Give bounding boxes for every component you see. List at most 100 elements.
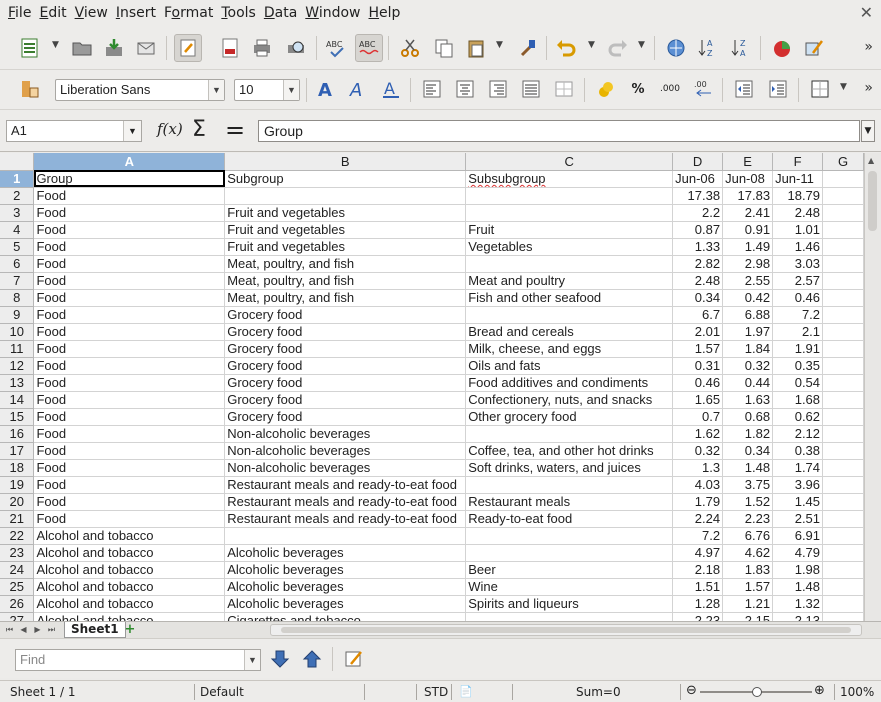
cell[interactable] [822, 493, 864, 511]
cell[interactable] [822, 255, 864, 273]
cell[interactable]: 2.82 [672, 255, 724, 273]
insert-chart-icon[interactable] [768, 34, 796, 62]
cell[interactable] [465, 425, 674, 443]
cell[interactable]: 6.76 [722, 527, 774, 545]
cell[interactable] [822, 442, 864, 460]
cell[interactable]: Food [33, 510, 226, 528]
cell[interactable]: Meat, poultry, and fish [224, 289, 467, 307]
row-header[interactable]: 12 [0, 357, 35, 375]
cell[interactable]: 2.15 [722, 612, 774, 621]
cell[interactable]: 1.63 [722, 391, 774, 409]
horizontal-scroll-thumb[interactable] [281, 627, 851, 633]
cell[interactable]: Food [33, 204, 226, 222]
row-header[interactable]: 20 [0, 493, 35, 511]
cell[interactable]: Non-alcoholic beverages [224, 425, 467, 443]
cell[interactable]: 2.13 [772, 612, 824, 621]
cell[interactable] [822, 289, 864, 307]
cell[interactable] [822, 238, 864, 256]
row-header[interactable]: 16 [0, 425, 35, 443]
cell[interactable]: Grocery food [224, 391, 467, 409]
first-sheet-icon[interactable]: ⏮ [4, 623, 15, 636]
row-header[interactable]: 17 [0, 442, 35, 460]
show-draw-functions-icon[interactable] [800, 34, 828, 62]
zoom-slider[interactable] [700, 687, 812, 697]
cell[interactable]: Food [33, 306, 226, 324]
zoom-in-icon[interactable]: ⊕ [814, 683, 825, 698]
cell[interactable]: Food [33, 221, 226, 239]
cell[interactable]: Alcoholic beverages [224, 578, 467, 596]
cut-icon[interactable] [396, 34, 424, 62]
column-header-d[interactable]: D [672, 153, 724, 171]
select-all-corner[interactable] [0, 153, 35, 171]
cell[interactable]: 4.03 [672, 476, 724, 494]
cell[interactable]: 2.48 [772, 204, 824, 222]
cell[interactable]: 0.31 [672, 357, 724, 375]
font-size-dropdown-icon[interactable]: ▼ [283, 80, 299, 100]
cell[interactable] [822, 323, 864, 341]
cell[interactable]: 0.32 [672, 442, 724, 460]
undo-dropdown-icon[interactable]: ▼ [588, 40, 595, 50]
cell[interactable]: 2.24 [672, 510, 724, 528]
export-pdf-icon[interactable] [216, 34, 244, 62]
cell[interactable]: Grocery food [224, 374, 467, 392]
cell[interactable]: Alcohol and tobacco [33, 578, 226, 596]
cell[interactable]: Food [33, 425, 226, 443]
find-and-replace-icon[interactable] [340, 645, 368, 673]
cell[interactable]: Alcohol and tobacco [33, 527, 226, 545]
menu-data[interactable]: Data [260, 5, 301, 21]
cell[interactable]: Food [33, 272, 226, 290]
cell[interactable] [822, 170, 864, 188]
cell[interactable]: 0.34 [722, 442, 774, 460]
cell[interactable]: 2.23 [672, 612, 724, 621]
cell[interactable] [822, 612, 864, 621]
cell[interactable] [465, 306, 674, 324]
cell[interactable]: 1.28 [672, 595, 724, 613]
cell[interactable]: 0.54 [772, 374, 824, 392]
cell[interactable]: 0.35 [772, 357, 824, 375]
cell[interactable]: 6.88 [722, 306, 774, 324]
cell[interactable]: Non-alcoholic beverages [224, 442, 467, 460]
cell[interactable]: Food [33, 289, 226, 307]
row-header[interactable]: 10 [0, 323, 35, 341]
cell[interactable]: Food [33, 340, 226, 358]
row-header[interactable]: 26 [0, 595, 35, 613]
styles-formatting-icon[interactable] [16, 75, 44, 103]
close-document-icon[interactable]: ✕ [860, 3, 873, 22]
cell[interactable]: Meat, poultry, and fish [224, 255, 467, 273]
cell[interactable]: 1.91 [772, 340, 824, 358]
cell[interactable]: 2.48 [672, 272, 724, 290]
font-name-combo[interactable]: Liberation Sans ▼ [55, 79, 225, 101]
cell[interactable]: Alcohol and tobacco [33, 595, 226, 613]
cell[interactable]: Meat, poultry, and fish [224, 272, 467, 290]
cell[interactable]: Meat and poultry [465, 272, 674, 290]
column-header-a[interactable]: A [33, 153, 226, 171]
cell[interactable]: Food [33, 187, 226, 205]
row-header[interactable]: 8 [0, 289, 35, 307]
increase-indent-icon[interactable] [764, 75, 792, 103]
cell[interactable]: Food [33, 408, 226, 426]
row-header[interactable]: 27 [0, 612, 35, 621]
cell[interactable]: Food [33, 442, 226, 460]
cell[interactable]: 1.97 [722, 323, 774, 341]
row-header[interactable]: 9 [0, 306, 35, 324]
cell[interactable]: Food [33, 323, 226, 341]
cell[interactable]: 2.01 [672, 323, 724, 341]
cell[interactable]: 1.48 [772, 578, 824, 596]
row-header[interactable]: 25 [0, 578, 35, 596]
cell[interactable]: 1.65 [672, 391, 724, 409]
previous-sheet-icon[interactable]: ◀ [18, 623, 29, 636]
row-header[interactable]: 1 [0, 170, 35, 188]
cell[interactable]: 2.1 [772, 323, 824, 341]
cell[interactable]: 1.49 [722, 238, 774, 256]
cell[interactable]: 6.7 [672, 306, 724, 324]
new-document-icon[interactable] [16, 34, 44, 62]
cell[interactable] [822, 306, 864, 324]
cell[interactable]: 2.51 [772, 510, 824, 528]
cell[interactable] [822, 425, 864, 443]
cell[interactable]: 4.62 [722, 544, 774, 562]
cell[interactable]: Bread and cereals [465, 323, 674, 341]
column-header-e[interactable]: E [722, 153, 774, 171]
row-header[interactable]: 24 [0, 561, 35, 579]
formula-icon[interactable]: = [225, 116, 245, 144]
find-input[interactable]: Find ▼ [15, 649, 261, 671]
